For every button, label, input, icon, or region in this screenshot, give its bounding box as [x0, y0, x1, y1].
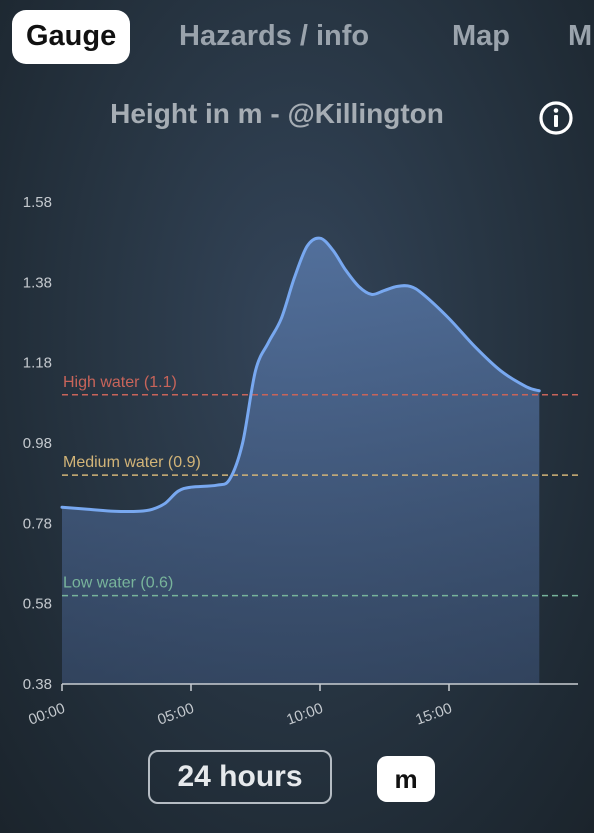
- y-tick-label: 0.38: [23, 676, 52, 693]
- y-tick-label: 1.58: [23, 194, 52, 211]
- info-icon[interactable]: [537, 99, 575, 137]
- gauge-chart: 1.58 1.38 1.18 0.98 0.78 0.58 0.38 High water …: [23, 194, 578, 729]
- x-axis: 00:00 05:00 10:00 15:00: [26, 683, 578, 729]
- time-range-button[interactable]: 24 hours: [148, 750, 332, 804]
- tab-bar: Gauge Hazards / info Map M: [0, 0, 594, 70]
- x-tick-label: 15:00: [413, 700, 454, 729]
- threshold-label: Medium water (0.9): [63, 454, 201, 471]
- y-tick-label: 0.98: [23, 435, 52, 452]
- tab-map[interactable]: Map: [452, 10, 510, 64]
- threshold-label: High water (1.1): [63, 374, 177, 391]
- y-axis: 1.58 1.38 1.18 0.98 0.78 0.58 0.38: [23, 194, 52, 693]
- tab-more[interactable]: M: [568, 10, 592, 64]
- y-tick-label: 1.18: [23, 355, 52, 372]
- threshold-label: Low water (0.6): [63, 575, 173, 592]
- x-tick-label: 00:00: [26, 700, 67, 729]
- y-tick-label: 0.78: [23, 515, 52, 532]
- y-tick-label: 1.38: [23, 274, 52, 291]
- unit-toggle-button[interactable]: m: [377, 756, 435, 802]
- y-tick-label: 0.58: [23, 596, 52, 613]
- chart-title: Height in m - @Killington: [110, 98, 444, 129]
- tab-hazards-info[interactable]: Hazards / info: [179, 10, 369, 64]
- tab-gauge[interactable]: Gauge: [12, 10, 131, 64]
- x-tick-label: 05:00: [155, 700, 196, 729]
- x-tick-label: 10:00: [284, 700, 325, 729]
